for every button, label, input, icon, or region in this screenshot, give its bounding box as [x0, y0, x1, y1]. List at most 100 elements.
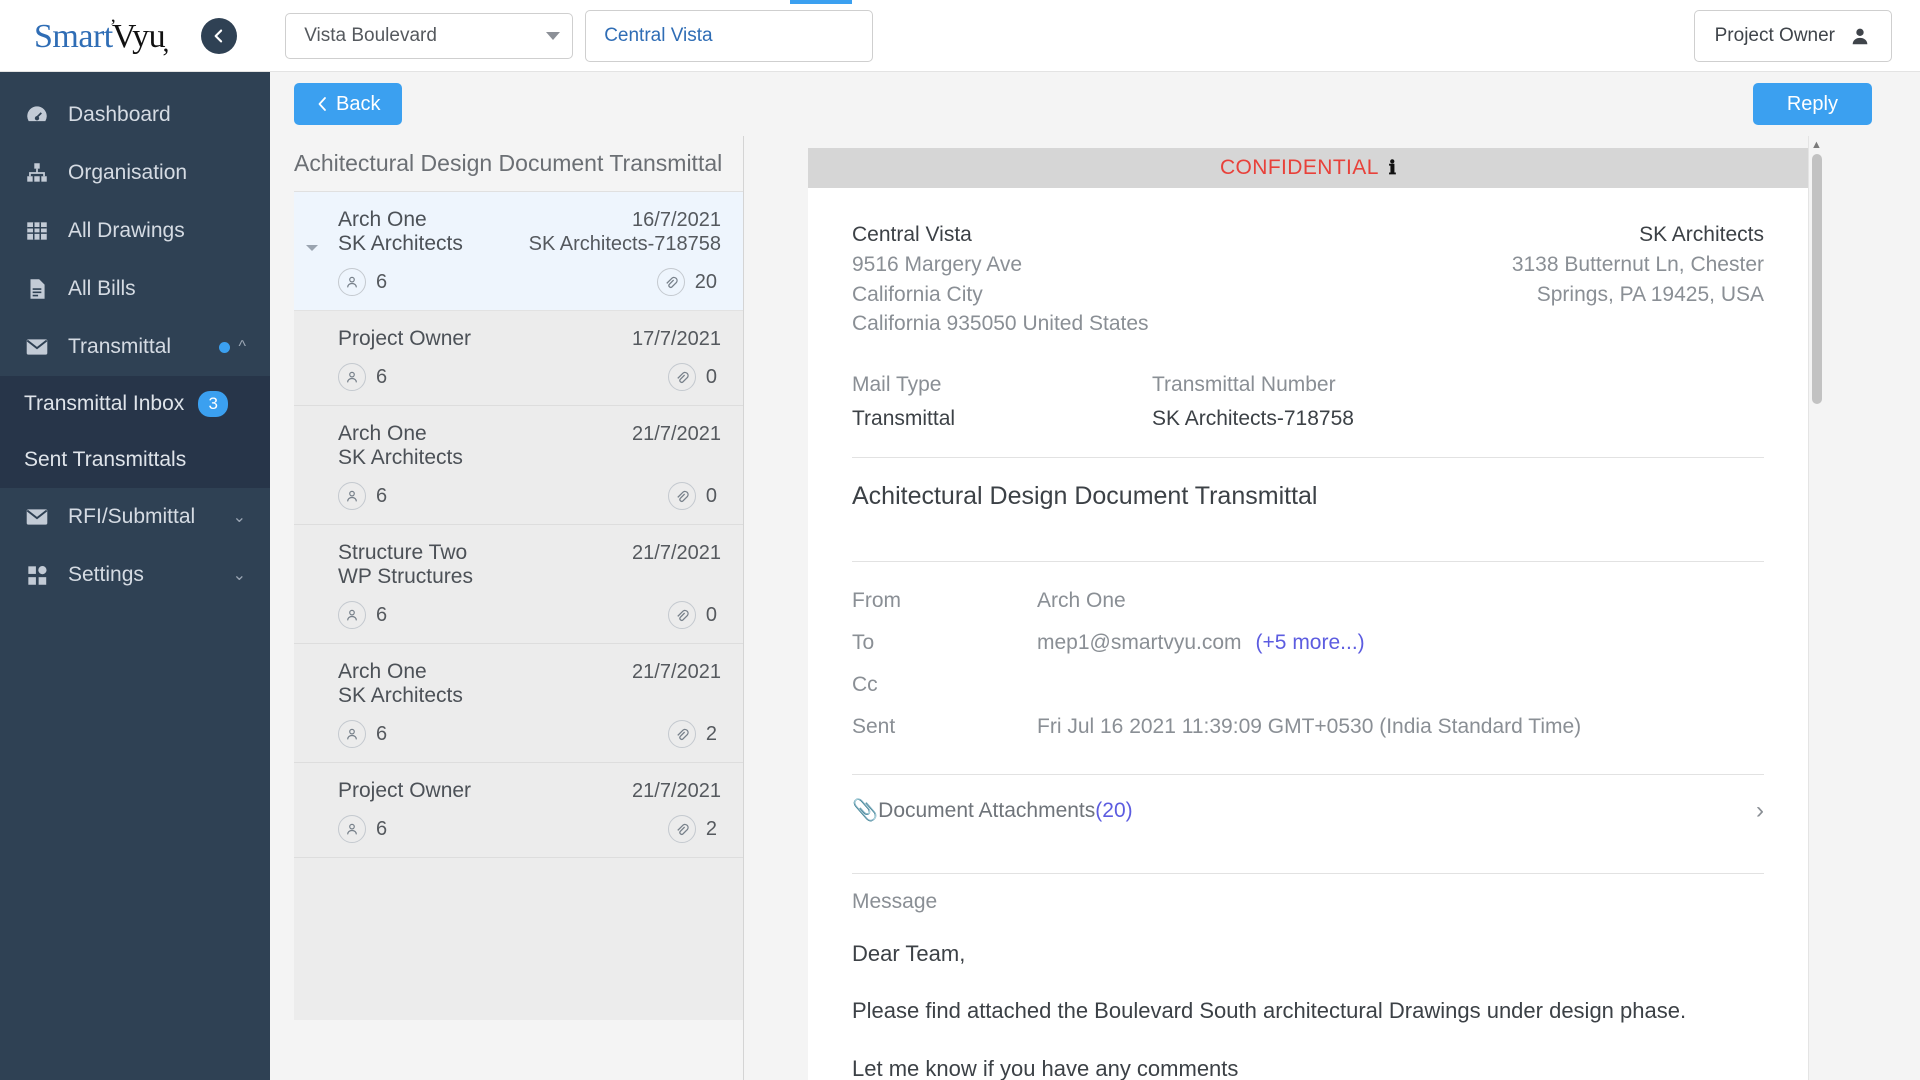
row-attachments: 0: [667, 601, 717, 629]
info-icon[interactable]: ℹ: [1389, 157, 1396, 180]
chevron-down-icon[interactable]: ⌄: [233, 565, 246, 585]
sidebar-item-label: Dashboard: [68, 103, 171, 126]
user-icon: [338, 363, 366, 391]
chevron-right-icon[interactable]: ›: [1756, 797, 1764, 825]
inbox-count-badge: 3: [198, 391, 229, 417]
recipient-name: Central Vista: [852, 223, 972, 246]
sidebar-item-transmittal-inbox[interactable]: Transmittal Inbox 3: [0, 376, 270, 432]
sidebar-item-settings[interactable]: Settings ⌄: [0, 546, 270, 604]
transmittal-number-label: Transmittal Number: [1152, 373, 1336, 397]
caret-down-icon: [306, 245, 318, 251]
row-expander: [304, 660, 338, 748]
row-date: 21/7/2021: [632, 661, 721, 683]
back-button[interactable]: Back: [294, 83, 403, 125]
table-row[interactable]: Structure Two 21/7/2021 WP Structures 6 …: [294, 525, 743, 644]
row-attachments-count: 2: [705, 722, 717, 745]
row-line-bottom: SK Architects: [338, 684, 721, 708]
table-row[interactable]: Project Owner 17/7/2021 6 0: [294, 311, 743, 406]
paperclip-icon: [667, 363, 696, 391]
row-date: 21/7/2021: [632, 780, 721, 802]
row-line-top: Arch One 21/7/2021: [338, 660, 721, 684]
confidential-label: CONFIDENTIAL: [1219, 156, 1379, 179]
app-body: Dashboard Organisation All Drawings All …: [0, 72, 1920, 1080]
sender-line1: 3138 Butternut Ln, Chester: [1511, 252, 1764, 276]
sidebar-item-sent-transmittals[interactable]: Sent Transmittals: [0, 432, 270, 488]
detail-row-to: To mep1@smartvyu.com (+5 more...): [852, 622, 1764, 664]
sidebar-item-dashboard[interactable]: Dashboard: [0, 86, 270, 144]
org-chart-icon: [24, 160, 68, 186]
reply-button[interactable]: Reply: [1752, 83, 1872, 125]
row-sender: Arch One: [338, 422, 427, 445]
sub-project-field[interactable]: Central Vista: [585, 9, 874, 62]
from-label: From: [852, 589, 901, 613]
row-line-bottom: WP Structures: [338, 565, 721, 589]
row-line-top: Project Owner 21/7/2021: [338, 779, 721, 803]
row-org: SK Architects: [338, 446, 463, 469]
sidebar: Dashboard Organisation All Drawings All …: [0, 72, 270, 1080]
message-line: Let me know if you have any comments: [852, 1055, 1239, 1080]
row-attachments-count: 0: [705, 365, 717, 388]
document-icon: [24, 276, 68, 302]
row-sender: Arch One: [338, 660, 427, 683]
table-row[interactable]: Arch One 21/7/2021 SK Architects 6: [294, 644, 743, 763]
sidebar-item-all-bills[interactable]: All Bills: [0, 260, 270, 318]
row-meta: 6 0: [338, 363, 721, 391]
row-line-bottom: SK Architects: [338, 446, 721, 470]
row-line-bottom: SK Architects SK Architects-718758: [338, 232, 721, 256]
row-attachments-count: 0: [705, 603, 717, 626]
sidebar-item-label: RFI/Submittal: [68, 505, 196, 528]
sidebar-item-rfi-submittal[interactable]: RFI/Submittal ⌄: [0, 488, 270, 546]
row-attachments-count: 20: [694, 270, 717, 293]
project-select[interactable]: Vista Boulevard: [285, 12, 574, 59]
document-scrollbar[interactable]: ▲: [1808, 136, 1824, 1080]
grid-icon: [24, 218, 68, 244]
document-attachments-row[interactable]: 📎Document Attachments(20) ›: [852, 775, 1764, 847]
sidebar-item-label: Transmittal: [68, 335, 172, 358]
table-row[interactable]: Arch One 16/7/2021 SK Architects SK Arch…: [294, 192, 743, 311]
row-sender: Project Owner: [338, 327, 472, 350]
sender-name: SK Architects: [1639, 223, 1764, 246]
paperclip-icon: [656, 268, 685, 296]
transmittal-list[interactable]: Arch One 16/7/2021 SK Architects SK Arch…: [294, 192, 743, 1020]
mail-type-value: Transmittal: [852, 407, 956, 431]
chevron-down-icon[interactable]: ⌄: [233, 507, 246, 527]
row-body: Arch One 21/7/2021 SK Architects 6: [338, 422, 721, 510]
row-recipients: 6: [338, 482, 387, 510]
recipient-line1: 9516 Margery Ave: [852, 252, 1023, 276]
row-body: Structure Two 21/7/2021 WP Structures 6 …: [338, 541, 721, 629]
owner-menu-button[interactable]: Project Owner: [1693, 9, 1892, 62]
scrollbar-thumb[interactable]: [1812, 154, 1822, 404]
paperclip-icon: 📎: [852, 799, 879, 823]
transmittal-submenu: Transmittal Inbox 3 Sent Transmittals: [0, 376, 270, 488]
paperclip-icon: [667, 720, 696, 748]
transmittal-number-value: SK Architects-718758: [1152, 407, 1354, 431]
mail-type-label: Mail Type: [852, 373, 942, 397]
meta-fields: Mail Type Transmittal Transmittal Number…: [852, 373, 1764, 431]
row-recipients-count: 6: [376, 365, 388, 388]
row-date: 17/7/2021: [632, 328, 721, 350]
sidebar-item-label: All Bills: [68, 277, 136, 300]
row-sender: Structure Two: [338, 541, 468, 564]
dashboard-icon: [24, 102, 68, 128]
user-icon: [1852, 28, 1868, 44]
table-row[interactable]: Project Owner 21/7/2021 6 2: [294, 763, 743, 858]
chevron-up-icon[interactable]: ^: [238, 338, 246, 356]
collapse-sidebar-button[interactable]: [201, 17, 238, 54]
apps-icon: [24, 562, 68, 588]
row-attachments-count: 2: [705, 817, 717, 840]
sidebar-item-organisation[interactable]: Organisation: [0, 144, 270, 202]
row-recipients-count: 6: [376, 817, 388, 840]
attachments-text: 📎Document Attachments(20): [852, 799, 1756, 823]
sender-line2: Springs, PA 19425, USA: [1536, 282, 1764, 306]
table-row[interactable]: Arch One 21/7/2021 SK Architects 6: [294, 406, 743, 525]
row-line-top: Arch One 16/7/2021: [338, 208, 721, 232]
sidebar-item-all-drawings[interactable]: All Drawings: [0, 202, 270, 260]
user-icon: [338, 268, 366, 296]
row-expander[interactable]: [304, 208, 338, 296]
cc-label: Cc: [852, 673, 878, 697]
list-header-title: Achitectural Design Document Transmittal: [294, 136, 743, 192]
to-more-link[interactable]: (+5 more...): [1256, 631, 1365, 655]
sidebar-item-transmittal[interactable]: Transmittal ^: [0, 318, 270, 376]
scroll-up-arrow-icon[interactable]: ▲: [1809, 136, 1824, 154]
